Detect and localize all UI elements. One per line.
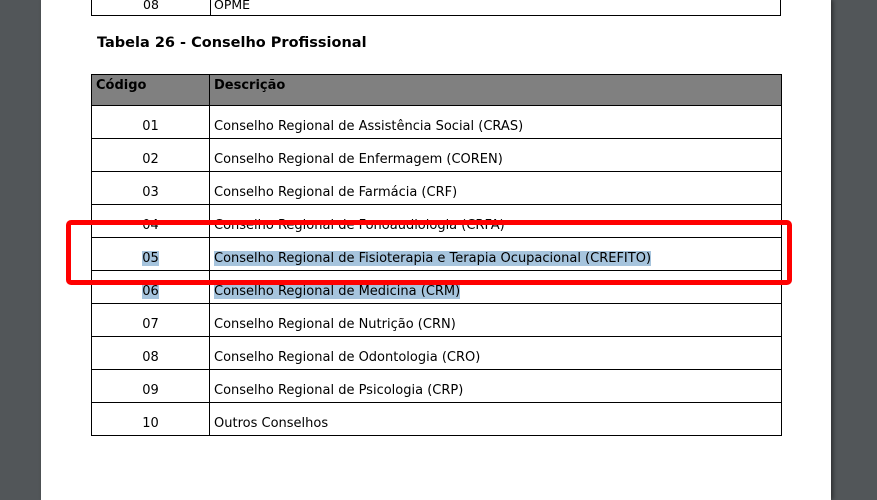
row-description: Conselho Regional de Nutrição (CRN) bbox=[209, 303, 782, 337]
selected-text[interactable]: 06 bbox=[142, 284, 159, 299]
annotation-highlight-box bbox=[66, 220, 792, 285]
table-row: 10 Outros Conselhos bbox=[91, 402, 782, 436]
row-code: 10 bbox=[91, 402, 210, 436]
table-title: Tabela 26 - Conselho Profissional bbox=[97, 35, 367, 51]
table-row: 09 Conselho Regional de Psicologia (CRP) bbox=[91, 369, 782, 403]
table-row: 07 Conselho Regional de Nutrição (CRN) bbox=[91, 303, 782, 337]
table-row: 01 Conselho Regional de Assistência Soci… bbox=[91, 105, 782, 139]
row-code: 07 bbox=[91, 303, 210, 337]
table-row: 08 Conselho Regional de Odontologia (CRO… bbox=[91, 336, 782, 370]
column-header-code: Código bbox=[91, 74, 210, 106]
row-description: Conselho Regional de Odontologia (CRO) bbox=[209, 336, 782, 370]
row-description: Conselho Regional de Farmácia (CRF) bbox=[209, 171, 782, 205]
table-header-row: Código Descrição bbox=[91, 74, 782, 106]
row-description: Outros Conselhos bbox=[209, 402, 782, 436]
row-code: 08 bbox=[91, 336, 210, 370]
row-code: 03 bbox=[91, 171, 210, 205]
row-description: Conselho Regional de Psicologia (CRP) bbox=[209, 369, 782, 403]
previous-table-code: 08 bbox=[92, 0, 211, 16]
row-code: 02 bbox=[91, 138, 210, 172]
selected-text[interactable]: Conselho Regional de Medicina (CRM) bbox=[214, 284, 461, 299]
previous-table-description: OPME bbox=[214, 0, 251, 12]
row-code: 09 bbox=[91, 369, 210, 403]
row-description: Conselho Regional de Assistência Social … bbox=[209, 105, 782, 139]
row-code: 01 bbox=[91, 105, 210, 139]
column-header-description: Descrição bbox=[209, 74, 782, 106]
previous-table-last-row: 08 OPME bbox=[91, 0, 781, 16]
row-description: Conselho Regional de Enfermagem (COREN) bbox=[209, 138, 782, 172]
table-row: 03 Conselho Regional de Farmácia (CRF) bbox=[91, 171, 782, 205]
table-row: 02 Conselho Regional de Enfermagem (CORE… bbox=[91, 138, 782, 172]
